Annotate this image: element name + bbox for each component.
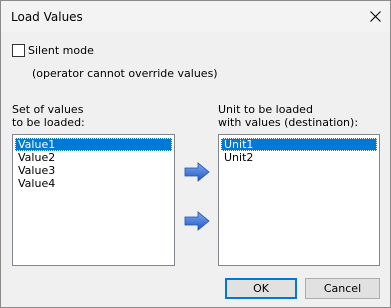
list-item-value3[interactable]: Value3 xyxy=(15,164,172,177)
close-button[interactable] xyxy=(360,1,390,32)
source-caption: Set of values to be loaded: xyxy=(12,103,85,129)
source-values-listbox[interactable]: Value1 Value2 Value3 Value4 xyxy=(12,134,175,266)
list-item-unit2[interactable]: Unit2 xyxy=(221,151,377,164)
silent-mode-label: Silent mode xyxy=(28,44,94,57)
ok-button[interactable]: OK xyxy=(225,278,297,299)
silent-mode-checkbox-row[interactable]: Silent mode xyxy=(12,44,94,57)
close-icon xyxy=(369,11,381,22)
silent-mode-checkbox[interactable] xyxy=(12,44,25,57)
transfer-button-2[interactable] xyxy=(184,211,210,231)
arrow-right-icon xyxy=(184,211,210,231)
silent-mode-note: (operator cannot override values) xyxy=(32,67,218,80)
load-values-dialog: Load Values Silent mode (operator cannot… xyxy=(0,0,391,308)
destination-caption-line2: with values (destination): xyxy=(218,116,359,129)
title-bar: Load Values xyxy=(1,1,390,32)
list-item-value4[interactable]: Value4 xyxy=(15,177,172,190)
list-item-unit1[interactable]: Unit1 xyxy=(221,138,377,151)
list-item-value2[interactable]: Value2 xyxy=(15,151,172,164)
arrow-right-icon xyxy=(184,162,210,182)
destination-caption: Unit to be loaded with values (destinati… xyxy=(218,103,358,129)
dialog-title: Load Values xyxy=(11,10,83,24)
transfer-button-1[interactable] xyxy=(184,162,210,182)
source-caption-line1: Set of values xyxy=(12,103,84,116)
source-caption-line2: to be loaded: xyxy=(12,116,85,129)
list-item-value1[interactable]: Value1 xyxy=(15,138,172,151)
cancel-button[interactable]: Cancel xyxy=(305,278,380,299)
destination-caption-line1: Unit to be loaded xyxy=(218,103,313,116)
destination-units-listbox[interactable]: Unit1 Unit2 xyxy=(218,134,380,266)
